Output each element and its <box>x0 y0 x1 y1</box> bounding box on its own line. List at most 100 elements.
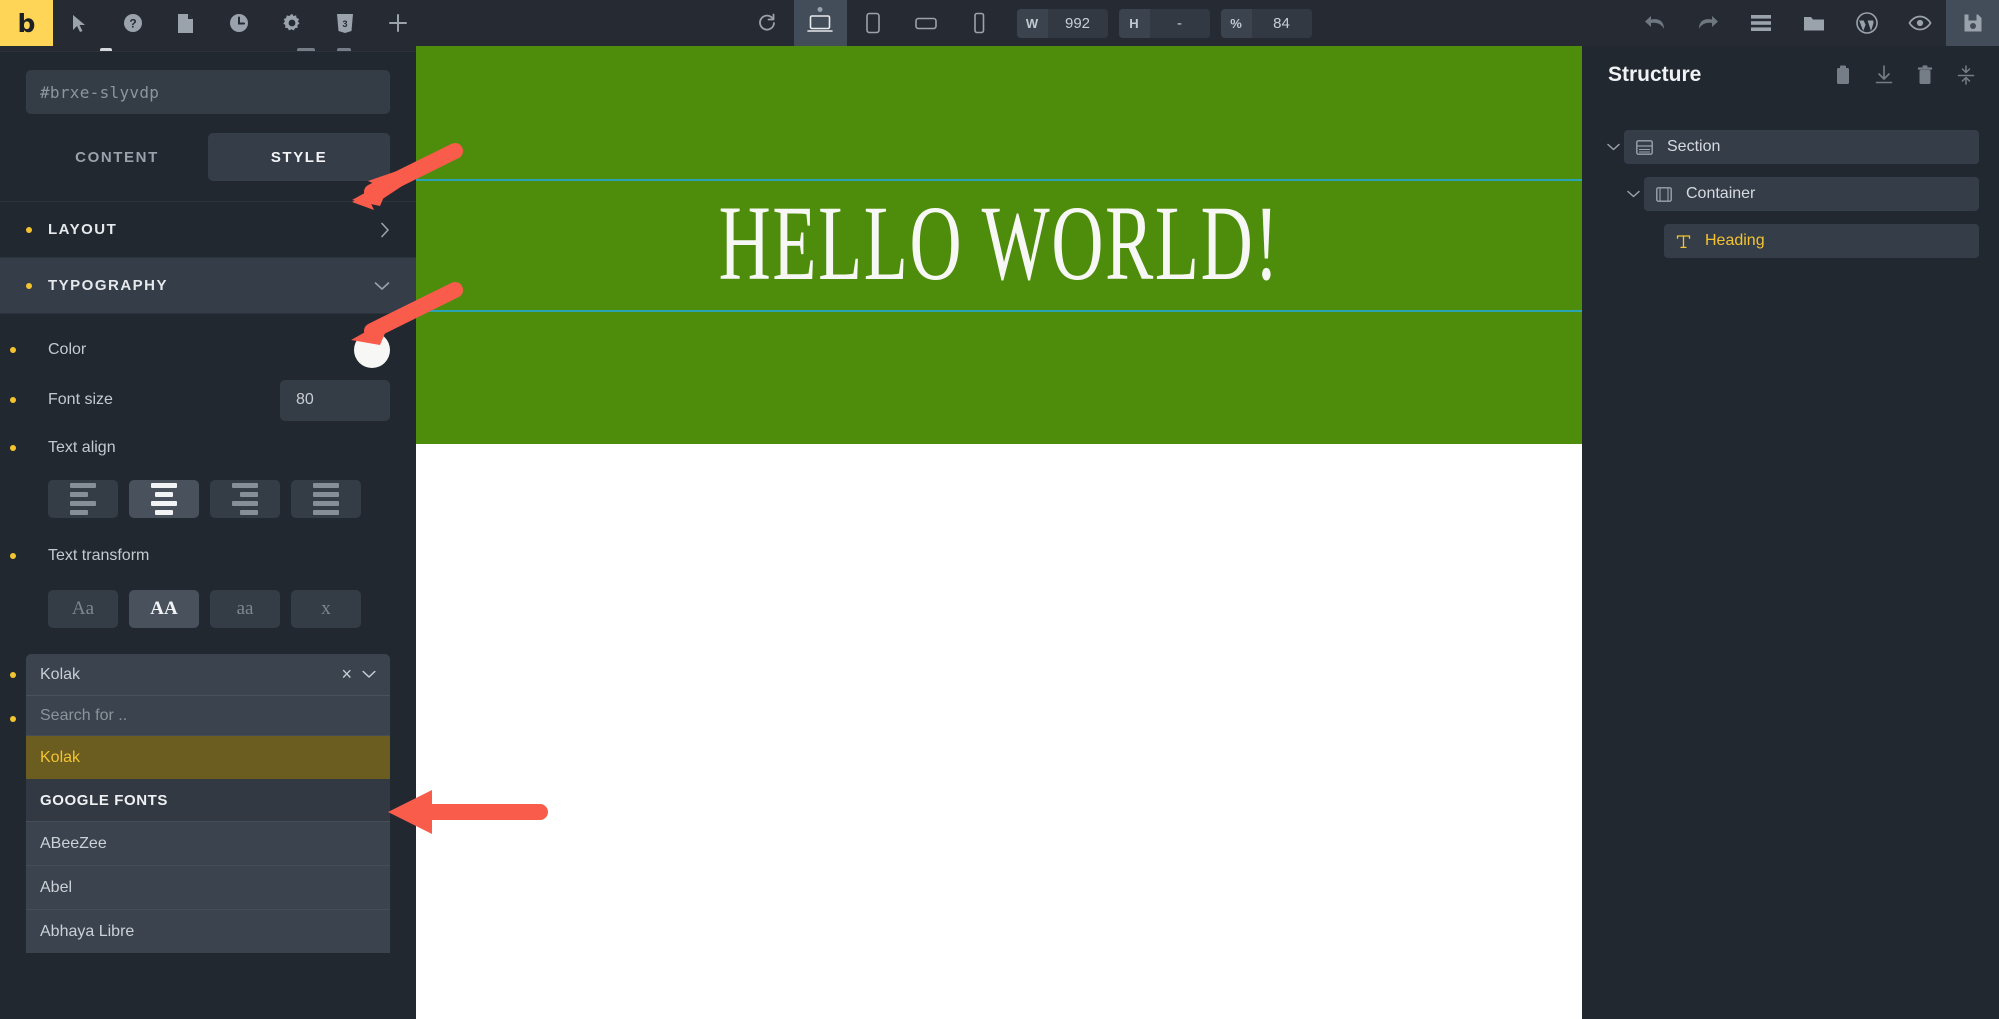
svg-text:3: 3 <box>342 19 347 29</box>
hero-section[interactable]: HELLO WORLD! <box>416 46 1582 444</box>
cutoff-icon-2 <box>297 48 315 51</box>
hero-heading[interactable]: HELLO WORLD! <box>718 191 1279 298</box>
font-option-abel[interactable]: Abel <box>26 865 390 909</box>
canvas-zoom-label: % <box>1220 8 1252 38</box>
font-option-abeezee[interactable]: ABeeZee <box>26 821 390 865</box>
font-search-input[interactable]: Search for .. <box>26 695 390 735</box>
tree-item-container[interactable]: Container <box>1644 177 1979 211</box>
refresh-icon[interactable] <box>741 0 794 46</box>
chevron-down-icon[interactable] <box>1602 143 1624 151</box>
bricks-logo-button[interactable]: b <box>0 0 53 46</box>
font-family-control: Kolak × Search for .. Kolak GOOGLE FONTS… <box>0 654 416 953</box>
tablet-portrait-icon[interactable] <box>847 0 900 46</box>
font-size-input[interactable]: 80 <box>280 379 390 421</box>
css-icon[interactable]: 3 <box>318 0 371 46</box>
typography-text-transform-row: Text transform <box>0 532 416 580</box>
history-icon[interactable] <box>212 0 265 46</box>
eye-icon[interactable] <box>1893 0 1946 46</box>
align-justify-button[interactable] <box>291 480 361 518</box>
trash-icon[interactable] <box>1917 65 1933 85</box>
cursor-icon[interactable] <box>53 0 106 46</box>
desktop-icon[interactable] <box>793 0 847 46</box>
redo-icon[interactable] <box>1681 0 1734 46</box>
tree-item-heading[interactable]: Heading <box>1664 224 1979 258</box>
tablet-landscape-icon[interactable] <box>900 0 953 46</box>
text-transform-indicator-dot <box>10 553 16 559</box>
chevron-right-icon <box>380 222 390 238</box>
align-right-button[interactable] <box>210 480 280 518</box>
font-option-kolak[interactable]: Kolak <box>26 735 390 779</box>
font-family-select[interactable]: Kolak × <box>26 654 390 695</box>
section-typography[interactable]: TYPOGRAPHY <box>0 258 416 314</box>
typography-color-row: Color <box>0 326 416 374</box>
font-size-label: Font size <box>48 391 113 408</box>
text-transform-lowercase-button[interactable]: aa <box>210 590 280 628</box>
collapse-icon[interactable] <box>1957 65 1975 85</box>
align-center-button[interactable] <box>129 480 199 518</box>
tree-row-heading[interactable]: Heading <box>1602 224 1979 258</box>
tree-item-container-label: Container <box>1686 185 1756 202</box>
tree-row-container[interactable]: Container <box>1602 177 1979 211</box>
gear-icon[interactable] <box>265 0 318 46</box>
text-icon <box>1676 234 1691 249</box>
font-family-indicator-dot <box>10 672 16 678</box>
color-label: Color <box>48 341 87 358</box>
undo-icon[interactable] <box>1628 0 1681 46</box>
top-toolbar: b ? 3 W 992 H - % 84 <box>0 0 1999 46</box>
text-transform-none-button[interactable]: x <box>291 590 361 628</box>
text-align-indicator-dot <box>10 445 16 451</box>
text-transform-uppercase-button[interactable]: AA <box>129 590 199 628</box>
clipboard-icon[interactable] <box>1835 65 1851 85</box>
tab-content[interactable]: CONTENT <box>26 133 208 181</box>
help-icon[interactable]: ? <box>106 0 159 46</box>
plus-icon[interactable] <box>371 0 424 46</box>
text-align-label: Text align <box>48 439 116 456</box>
toolbar-right-group <box>1628 0 1999 46</box>
canvas-zoom-field[interactable]: % 84 <box>1220 8 1312 38</box>
align-left-icon <box>70 483 96 515</box>
download-icon[interactable] <box>1875 65 1893 85</box>
chevron-down-icon[interactable] <box>358 670 376 679</box>
tree-item-section[interactable]: Section <box>1624 130 1979 164</box>
uppercase-label: AA <box>150 598 178 619</box>
tree-item-section-label: Section <box>1667 138 1721 155</box>
section-icon <box>1636 139 1653 155</box>
text-transform-capitalize-button[interactable]: Aa <box>48 590 118 628</box>
canvas-height-label: H <box>1118 8 1150 38</box>
svg-text:?: ? <box>129 17 136 31</box>
canvas-empty-area[interactable] <box>416 444 1582 1019</box>
section-layout-indicator-dot <box>26 226 32 233</box>
canvas-height-input[interactable]: - <box>1149 8 1210 38</box>
align-justify-icon <box>313 483 339 515</box>
align-right-icon <box>232 483 258 515</box>
section-layout[interactable]: LAYOUT <box>0 202 416 258</box>
canvas-width-field[interactable]: W 992 <box>1016 8 1108 38</box>
structure-icon[interactable] <box>1734 0 1787 46</box>
element-settings-panel: #brxe-slyvdp CONTENT STYLE LAYOUT TYPOGR… <box>0 46 416 1019</box>
panel-top-cutoff-row <box>0 46 416 52</box>
toolbar-spacer-left <box>424 0 741 46</box>
canvas-height-field[interactable]: H - <box>1118 8 1210 38</box>
hero-container[interactable]: HELLO WORLD! <box>416 178 1582 312</box>
capitalize-label: Aa <box>71 598 95 619</box>
save-icon[interactable] <box>1946 0 1999 46</box>
element-id-input[interactable]: #brxe-slyvdp <box>26 70 390 114</box>
tree-row-section[interactable]: Section <box>1602 130 1979 164</box>
text-align-options <box>0 470 416 518</box>
container-icon <box>1656 186 1672 202</box>
align-left-button[interactable] <box>48 480 118 518</box>
tree-item-heading-label: Heading <box>1705 232 1765 249</box>
page-icon[interactable] <box>159 0 212 46</box>
color-swatch[interactable] <box>354 332 390 368</box>
canvas-zoom-input[interactable]: 84 <box>1251 8 1312 38</box>
mobile-icon[interactable] <box>953 0 1006 46</box>
folder-icon[interactable] <box>1787 0 1840 46</box>
page-canvas[interactable]: HELLO WORLD! <box>416 46 1582 1019</box>
tab-style[interactable]: STYLE <box>208 133 390 181</box>
wordpress-icon[interactable] <box>1840 0 1893 46</box>
font-option-abhaya-libre[interactable]: Abhaya Libre <box>26 909 390 953</box>
canvas-width-input[interactable]: 992 <box>1047 8 1108 38</box>
clear-icon[interactable]: × <box>335 664 358 685</box>
section-typography-indicator-dot <box>26 282 32 289</box>
chevron-down-icon[interactable] <box>1622 190 1644 198</box>
